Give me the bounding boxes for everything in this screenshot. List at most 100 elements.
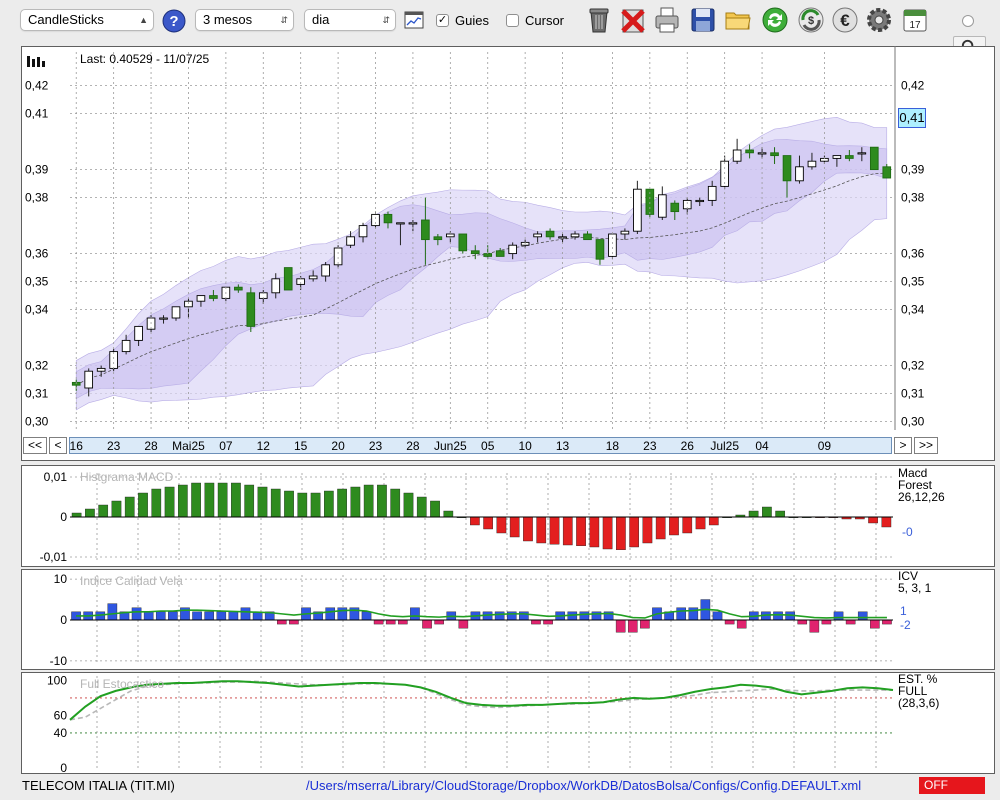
macd-bar: [270, 488, 281, 518]
interval-select[interactable]: dia ⇵: [304, 9, 396, 31]
save-icon[interactable]: [688, 5, 718, 35]
candle-down: [234, 286, 243, 291]
print-icon[interactable]: [652, 5, 682, 35]
icv-bar: [155, 611, 166, 621]
candle-up: [358, 225, 368, 238]
macd-bar: [496, 516, 507, 534]
candle-up: [832, 155, 842, 159]
svg-text:$: $: [808, 15, 814, 27]
y-tick-left: 0,32: [25, 359, 49, 373]
dollar-cycle-icon[interactable]: $: [796, 5, 826, 35]
security-name: TELECOM ITALIA (TIT.MI): [22, 778, 175, 793]
macd-bar: [177, 484, 188, 518]
cursor-checkbox[interactable]: [506, 14, 519, 27]
macd-bar: [523, 516, 533, 542]
icv-bar: [870, 619, 880, 629]
candle-up: [620, 230, 630, 235]
config-path[interactable]: /Users/mserra/Library/CloudStorage/Dropb…: [306, 778, 861, 793]
candle-down: [458, 233, 468, 252]
candle-up: [508, 244, 517, 255]
candlestick-chart[interactable]: 0,30 0,30 0,31 0,31 0,32 0,32 0,34 0,34 0,35 0,35…: [21, 46, 951, 436]
macd-bar: [589, 516, 600, 548]
period-select[interactable]: 3 mesos ⇵: [195, 9, 294, 31]
line-chart-icon[interactable]: [404, 11, 424, 29]
icv-bar: [640, 619, 650, 629]
macd-bar: [164, 486, 175, 518]
macd-bar: [124, 496, 135, 518]
y-tick-right: 0,32: [901, 359, 925, 373]
scroll-start-label: <<: [27, 438, 42, 452]
chart-type-select[interactable]: CandleSticks ▲: [20, 9, 154, 31]
icv-bar: [506, 611, 517, 621]
macd-bar: [231, 482, 241, 518]
scroll-end-label: >>: [918, 438, 933, 452]
candle-down: [770, 152, 779, 157]
icv-y-tick: -10: [50, 654, 68, 668]
candle-down: [283, 267, 293, 291]
macd-value: -0: [902, 525, 913, 539]
x-tick-label: 18: [606, 439, 620, 453]
chevron-updown-icon: ⇵: [280, 15, 288, 25]
candle-up: [570, 233, 580, 238]
candle-up: [657, 194, 667, 218]
macd-bar: [71, 512, 82, 518]
x-tick-label: 16: [70, 439, 84, 453]
scroll-start-button[interactable]: <<: [23, 437, 47, 454]
icv-value-1: 1: [900, 604, 907, 618]
icv-bar: [845, 619, 856, 625]
svg-text:?: ?: [169, 13, 178, 30]
icv-bar: [627, 619, 638, 633]
help-icon[interactable]: ?: [162, 9, 186, 33]
macd-bar: [868, 516, 878, 524]
icv-bar: [736, 619, 747, 629]
macd-bar: [708, 516, 719, 526]
icv-bar: [773, 611, 783, 621]
macd-y-tick: -0,01: [40, 550, 68, 564]
panel-main-radio[interactable]: [962, 15, 974, 27]
calendar-icon[interactable]: 17: [900, 5, 930, 35]
cursor-label: Cursor: [525, 13, 565, 28]
icv-bar: [192, 611, 202, 621]
icv-bar: [410, 607, 420, 621]
trash-icon[interactable]: [584, 5, 614, 35]
stoch-legend: EST. % FULL (28,3,6): [898, 673, 939, 709]
y-tick-left: 0,41: [25, 107, 49, 121]
candle-up: [271, 278, 281, 294]
macd-bar: [191, 482, 201, 518]
macd-bar: [310, 492, 321, 518]
candle-up: [308, 275, 318, 280]
icv-bar: [204, 611, 214, 621]
refresh-icon[interactable]: [760, 5, 790, 35]
stoch-y-tick: 0: [60, 761, 67, 774]
gear-icon[interactable]: [864, 5, 894, 35]
icv-bar: [712, 611, 723, 621]
x-tick-label: 12: [257, 439, 271, 453]
icv-bar: [833, 611, 844, 621]
scroll-back-button[interactable]: <: [49, 437, 67, 454]
macd-bar: [111, 500, 122, 518]
stoch-y-tick: 100: [47, 673, 67, 687]
mode-badge[interactable]: OFF: [919, 777, 985, 794]
macd-bar: [483, 516, 493, 530]
stoch-series-pctK: [69, 680, 894, 721]
icv-bar: [543, 619, 553, 625]
icv-bar: [809, 619, 820, 633]
folder-icon[interactable]: [723, 5, 753, 35]
macd-bar: [695, 516, 706, 530]
y-tick-right: 0,30: [901, 415, 925, 429]
macd-bar: [324, 490, 334, 518]
y-tick-left: 0,36: [25, 247, 49, 261]
scroll-forward-button[interactable]: >: [894, 437, 912, 454]
macd-bar: [602, 516, 613, 550]
macd-bar: [363, 484, 374, 518]
guides-checkbox[interactable]: ✓: [436, 14, 449, 27]
macd-bar: [377, 484, 387, 518]
x-tick-label: 05: [481, 439, 495, 453]
euro-icon[interactable]: €: [830, 5, 860, 35]
macd-label-3: 26,12,26: [898, 490, 945, 504]
current-price-badge: 0,41: [898, 108, 926, 128]
icv-bar: [361, 611, 372, 621]
delete-icon[interactable]: [618, 5, 648, 35]
scroll-end-button[interactable]: >>: [914, 437, 938, 454]
candle-up: [109, 351, 118, 369]
